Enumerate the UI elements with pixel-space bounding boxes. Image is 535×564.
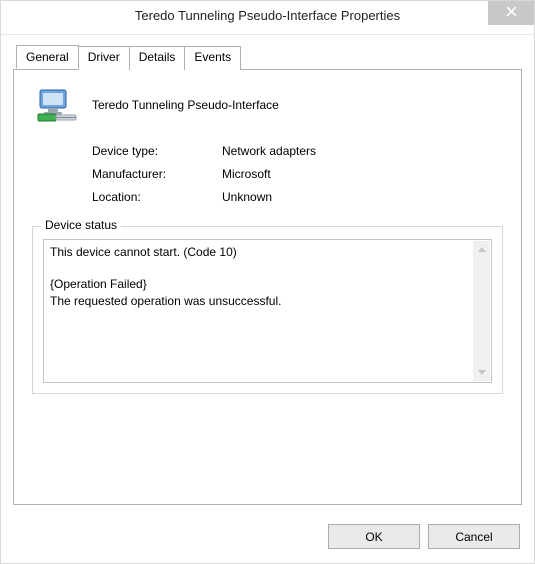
device-type-value: Network adapters: [222, 144, 316, 158]
close-icon: [506, 6, 517, 20]
device-type-label: Device type:: [92, 144, 222, 158]
device-properties: Device type: Network adapters Manufactur…: [92, 144, 505, 204]
manufacturer-label: Manufacturer:: [92, 167, 222, 181]
ok-button[interactable]: OK: [328, 524, 420, 549]
scroll-down-icon[interactable]: [473, 364, 490, 381]
title-bar: Teredo Tunneling Pseudo-Interface Proper…: [1, 1, 534, 35]
network-adapter-icon: [36, 84, 78, 126]
window-title: Teredo Tunneling Pseudo-Interface Proper…: [1, 8, 534, 23]
device-status-legend: Device status: [41, 218, 121, 232]
dialog-footer: OK Cancel: [328, 524, 520, 549]
location-label: Location:: [92, 190, 222, 204]
properties-dialog: Teredo Tunneling Pseudo-Interface Proper…: [0, 0, 535, 564]
device-status-group: Device status This device cannot start. …: [32, 226, 503, 394]
tab-details[interactable]: Details: [129, 46, 186, 70]
tab-general[interactable]: General: [16, 45, 79, 69]
manufacturer-value: Microsoft: [222, 167, 271, 181]
tab-bar: General Driver Details Events: [13, 46, 522, 70]
tab-panel-general: Teredo Tunneling Pseudo-Interface Device…: [13, 69, 522, 505]
device-name: Teredo Tunneling Pseudo-Interface: [92, 98, 279, 112]
tab-events[interactable]: Events: [184, 46, 241, 70]
location-value: Unknown: [222, 190, 272, 204]
device-status-text: This device cannot start. (Code 10) {Ope…: [50, 244, 469, 378]
scroll-up-icon[interactable]: [473, 241, 490, 258]
close-button[interactable]: [488, 1, 534, 25]
tab-driver[interactable]: Driver: [78, 46, 130, 70]
scrollbar[interactable]: [473, 241, 490, 381]
cancel-button[interactable]: Cancel: [428, 524, 520, 549]
device-status-box: This device cannot start. (Code 10) {Ope…: [43, 239, 492, 383]
